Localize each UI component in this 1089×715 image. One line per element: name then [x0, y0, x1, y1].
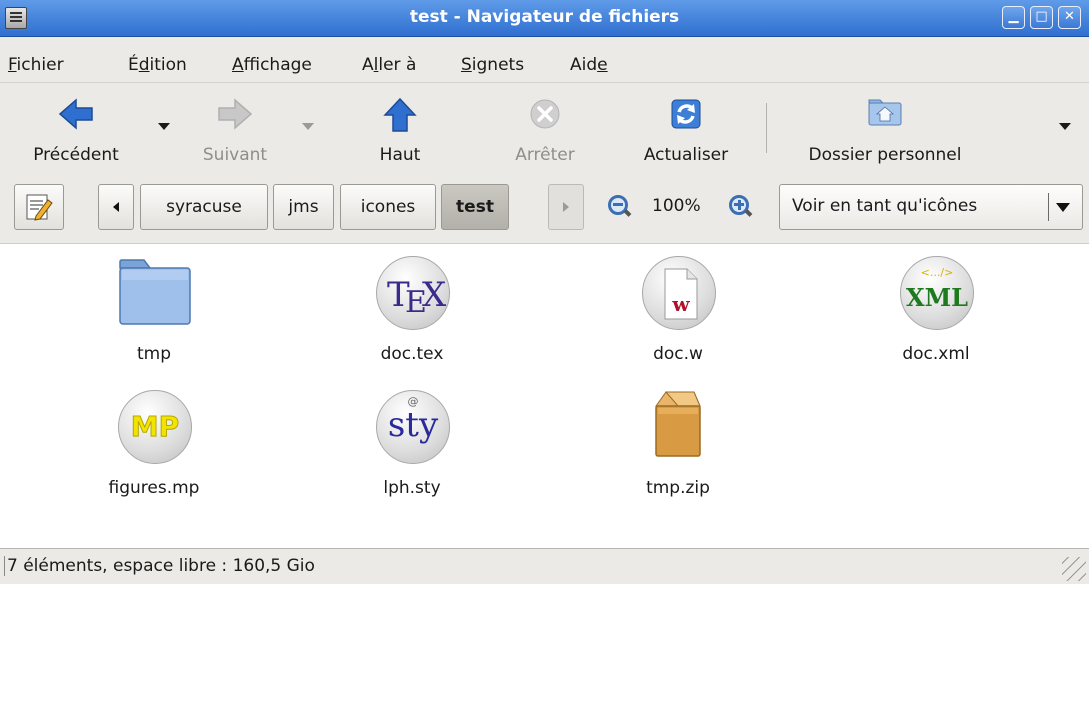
xml-file-icon: <.../> XML	[900, 256, 974, 330]
chevron-right-icon	[563, 202, 569, 212]
reload-button[interactable]: Actualiser	[626, 83, 746, 173]
path-button-syracuse[interactable]: syracuse	[140, 184, 268, 230]
archive-box-icon	[655, 391, 701, 457]
file-item[interactable]: <.../> XML doc.xml	[836, 250, 1036, 364]
dropdown-arrow-icon	[1056, 203, 1070, 212]
menu-fichier[interactable]: Fichier	[8, 55, 64, 75]
file-item[interactable]: MP figures.mp	[54, 384, 254, 498]
file-item[interactable]: tmp	[54, 250, 254, 364]
menu-edition[interactable]: Édition	[128, 55, 187, 75]
resize-grip[interactable]	[1062, 557, 1086, 581]
menu-aide[interactable]: Aide	[570, 55, 608, 75]
close-button[interactable]: ✕	[1058, 6, 1081, 29]
file-item[interactable]: w doc.w	[578, 250, 778, 364]
window-title: test - Navigateur de fichiers	[409, 7, 680, 27]
file-item[interactable]: @ sty lph.sty	[312, 384, 512, 498]
toggle-location-entry-button[interactable]	[14, 184, 64, 230]
minimize-button[interactable]: ▁	[1002, 6, 1025, 29]
arrow-right-icon	[218, 98, 253, 130]
path-button-icones[interactable]: icones	[340, 184, 436, 230]
main-toolbar: Précédent Suivant Haut Arrêter Actualise…	[0, 82, 1089, 174]
file-icon-view[interactable]: tmp T E X doc.tex w doc.w <.../> XML doc…	[0, 244, 1089, 715]
home-button[interactable]: Dossier personnel	[780, 83, 990, 173]
svg-text:w: w	[671, 292, 690, 316]
arrow-left-icon	[58, 98, 93, 130]
mp-file-icon: MP	[118, 390, 192, 464]
toolbar-separator	[766, 103, 767, 153]
menu-affichage[interactable]: Affichage	[232, 55, 312, 75]
zoom-out-icon[interactable]	[608, 195, 628, 215]
home-folder-icon	[868, 99, 902, 126]
location-bar: syracuse jms icones test 100% Voir en ta…	[0, 173, 1089, 244]
path-scroll-left-button[interactable]	[98, 184, 134, 230]
status-bar: 7 éléments, espace libre : 160,5 Gio	[0, 548, 1089, 584]
menu-aller-a[interactable]: Aller à	[362, 55, 416, 75]
forward-button[interactable]: Suivant	[180, 83, 290, 173]
maximize-button[interactable]: □	[1030, 6, 1053, 29]
view-mode-select[interactable]: Voir en tant qu'icônes	[779, 184, 1083, 230]
edit-location-icon	[26, 194, 53, 221]
file-item[interactable]: tmp.zip	[578, 384, 778, 498]
back-button[interactable]: Précédent	[14, 83, 138, 173]
back-history-dropdown[interactable]	[158, 123, 170, 130]
sty-file-icon: @ sty	[376, 390, 450, 464]
path-button-test[interactable]: test	[441, 184, 509, 230]
menu-signets[interactable]: Signets	[461, 55, 524, 75]
w-file-icon: w	[642, 256, 716, 330]
up-button[interactable]: Haut	[350, 83, 450, 173]
stop-button[interactable]: Arrêter	[490, 83, 600, 173]
path-button-jms[interactable]: jms	[273, 184, 334, 230]
toolbar-overflow-dropdown[interactable]	[1059, 123, 1071, 130]
zoom-level[interactable]: 100%	[652, 196, 701, 216]
menu-bar: Fichier Édition Affichage Aller à Signet…	[0, 37, 1089, 82]
reload-icon	[671, 99, 701, 129]
tex-file-icon: T E X	[376, 256, 450, 330]
forward-history-dropdown[interactable]	[302, 123, 314, 130]
folder-icon	[119, 259, 191, 325]
path-scroll-right-button[interactable]	[548, 184, 584, 230]
file-item[interactable]: T E X doc.tex	[312, 250, 512, 364]
chevron-left-icon	[113, 202, 119, 212]
arrow-up-icon	[383, 97, 417, 132]
title-bar: test - Navigateur de fichiers ▁ □ ✕	[0, 0, 1089, 37]
status-text: 7 éléments, espace libre : 160,5 Gio	[4, 556, 315, 576]
zoom-in-icon[interactable]	[729, 195, 749, 215]
stop-icon	[530, 99, 560, 129]
